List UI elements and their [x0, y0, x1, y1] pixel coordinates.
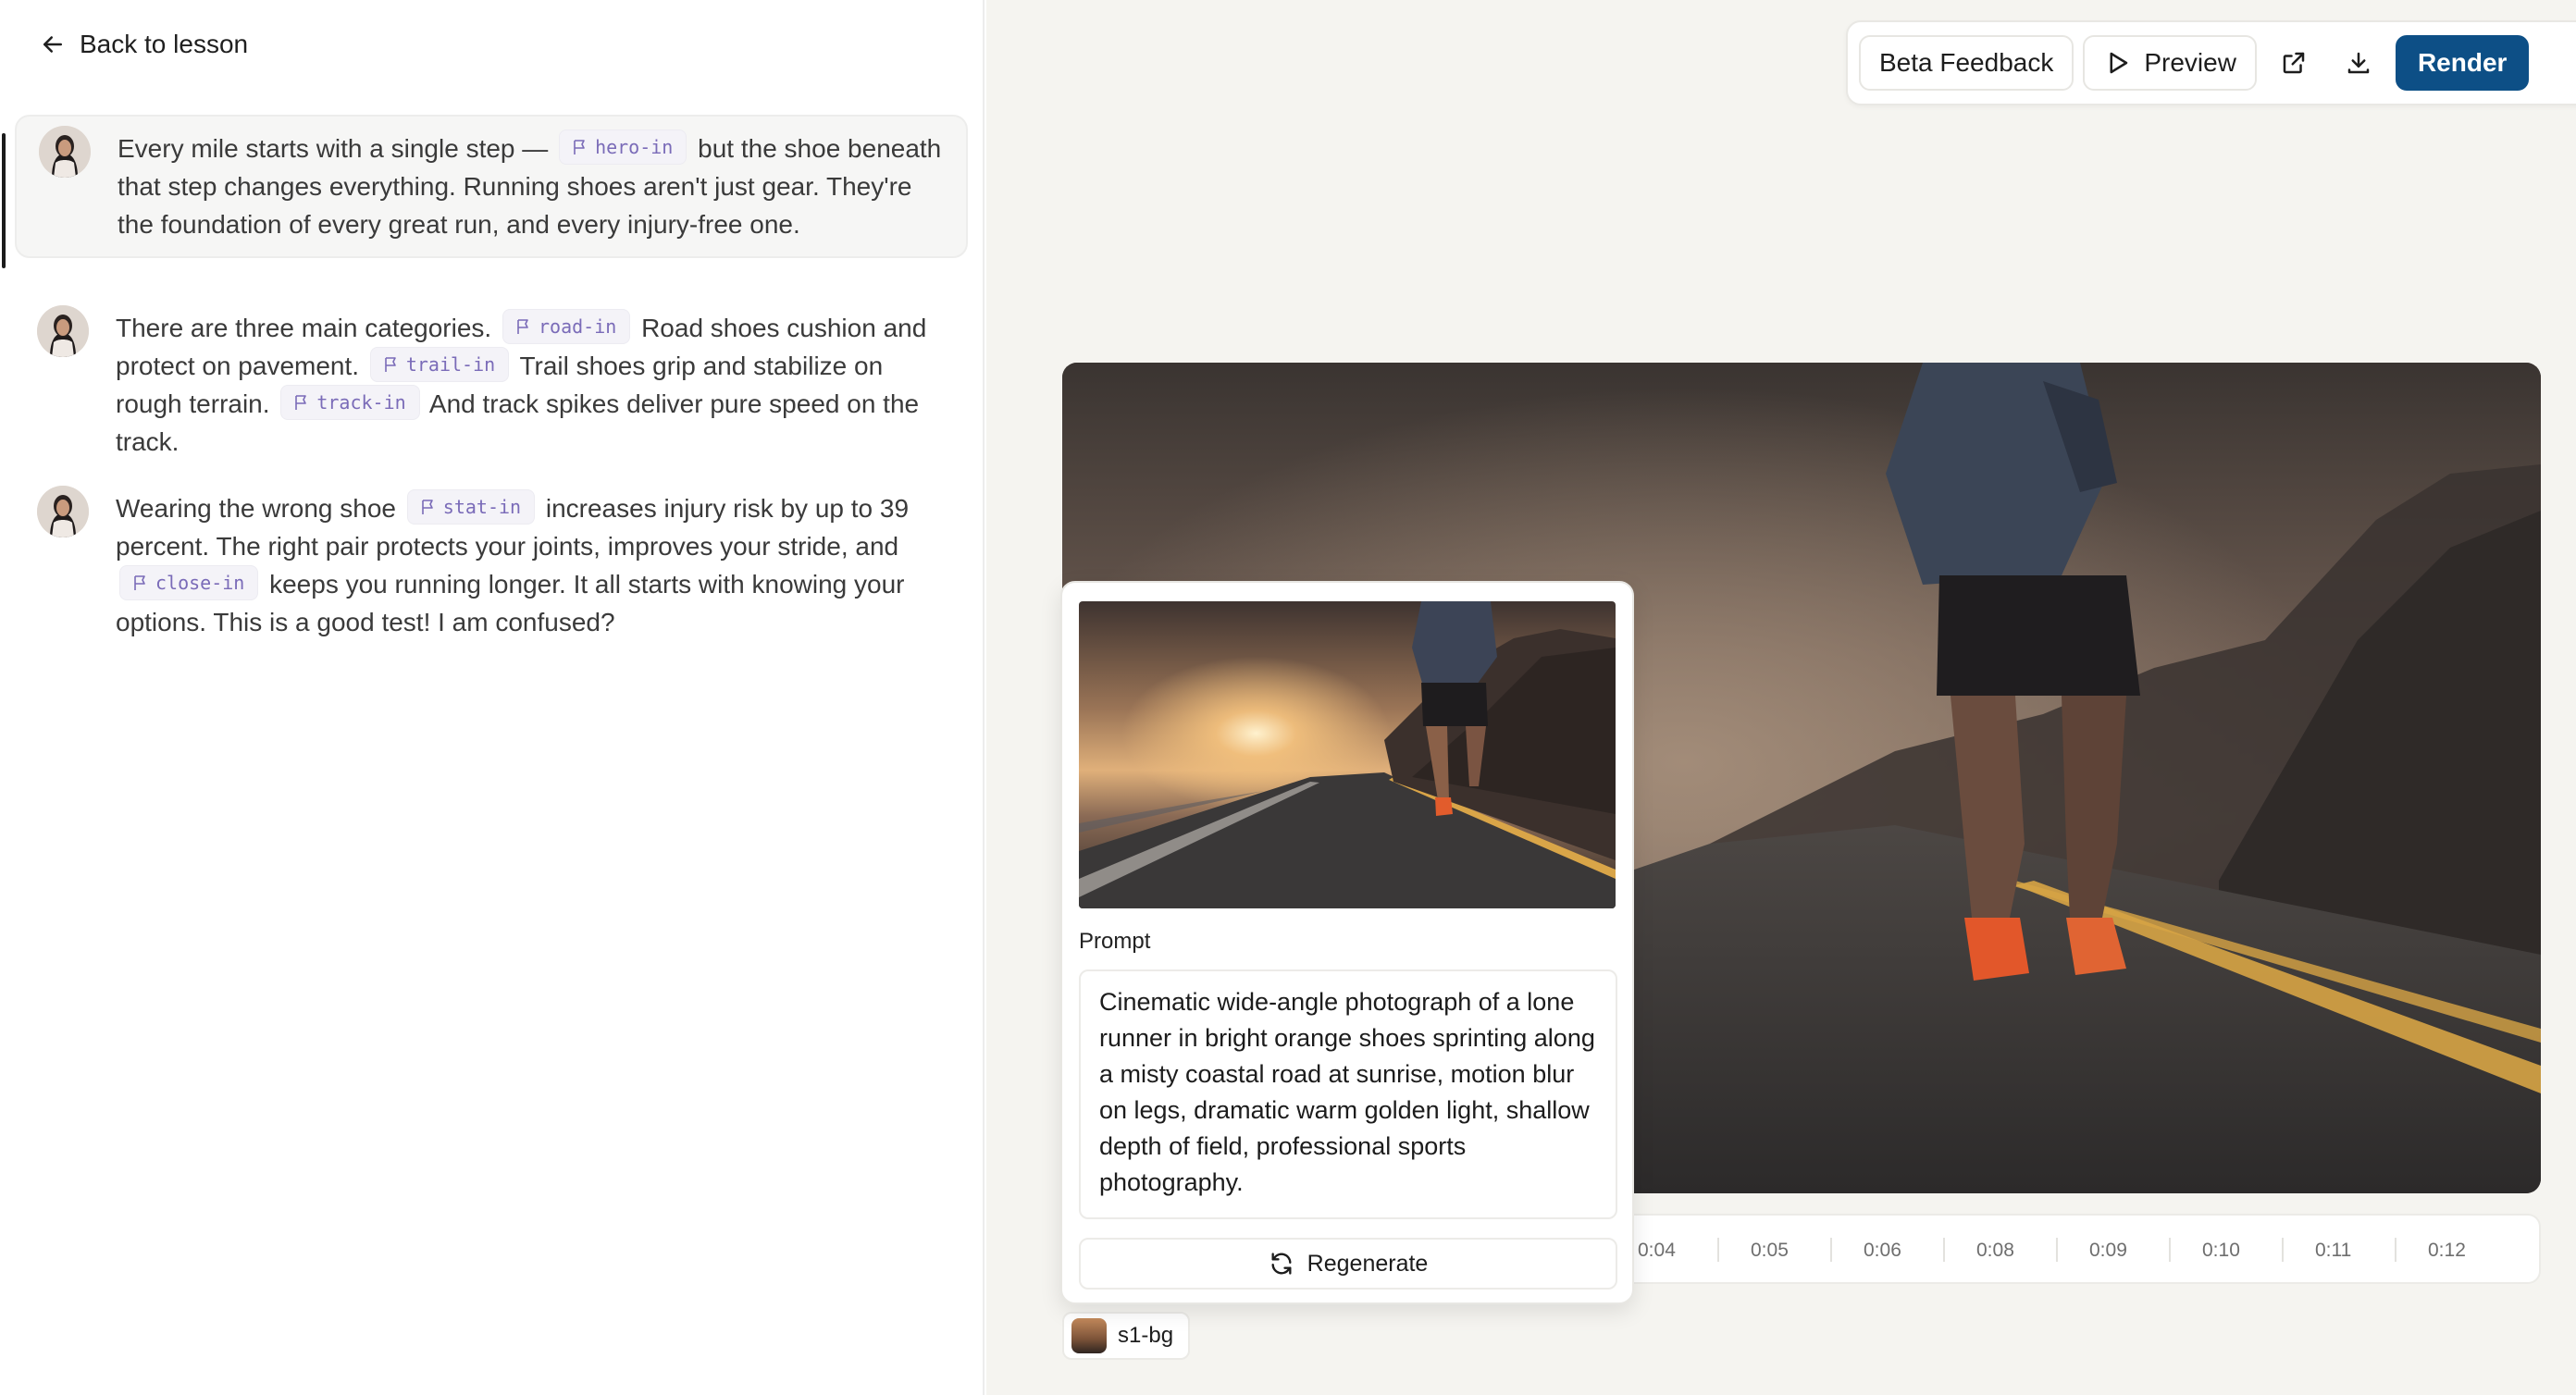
flag-icon — [295, 395, 307, 410]
prompt-textarea[interactable]: Cinematic wide-angle photograph of a lon… — [1079, 969, 1617, 1219]
timeline-tick-mark — [1717, 1238, 1719, 1262]
download-button[interactable] — [2330, 35, 2386, 91]
play-icon — [2110, 52, 2128, 74]
image-prompt-popover: Prompt Cinematic wide-angle photograph o… — [1060, 581, 1634, 1304]
open-external-button[interactable] — [2265, 35, 2322, 91]
prompt-label: Prompt — [1079, 929, 1151, 954]
back-to-lesson-link[interactable]: Back to lesson — [39, 24, 248, 65]
timeline-tick-label: 0:10 — [2202, 1240, 2240, 1261]
timeline-tick-mark — [1943, 1238, 1945, 1262]
avatar — [37, 305, 89, 357]
active-paragraph-indicator — [2, 133, 6, 268]
arrow-left-icon — [43, 36, 62, 53]
cue-tag[interactable]: stat-in — [406, 489, 536, 525]
external-link-icon — [2283, 52, 2305, 74]
timeline-tick-label: 0:12 — [2428, 1240, 2466, 1261]
top-toolbar: Beta Feedback Preview Render — [1846, 20, 2576, 105]
cue-tag-label: hero-in — [595, 136, 674, 158]
script-text: Every mile starts with a single step — — [118, 134, 549, 163]
flag-icon — [574, 140, 585, 154]
render-label: Render — [2417, 48, 2508, 77]
regenerate-label: Regenerate — [1307, 1250, 1429, 1277]
timeline-tick-label: 0:04 — [1638, 1240, 1676, 1261]
script-paragraph[interactable]: Wearing the wrong shoe stat-in increases… — [15, 476, 968, 654]
generated-image[interactable] — [1079, 601, 1616, 908]
render-button[interactable]: Render — [2395, 35, 2530, 91]
clip-chip[interactable]: s1-bg — [1062, 1312, 1191, 1360]
cue-tag[interactable]: trail-in — [369, 347, 510, 382]
refresh-icon — [1271, 1253, 1292, 1275]
timeline-tick-label: 0:06 — [1864, 1240, 1901, 1261]
cue-tag[interactable]: track-in — [280, 385, 420, 420]
editor-panel: Beta Feedback Preview Render 0:04 0:05 0… — [986, 0, 2576, 1395]
timeline-tick-label: 0:08 — [1976, 1240, 2014, 1261]
cue-tag[interactable]: close-in — [119, 565, 259, 600]
cue-tag-label: close-in — [155, 572, 245, 594]
flag-icon — [421, 500, 433, 514]
script-text: Wearing the wrong shoe — [116, 494, 396, 523]
timeline-tick-mark — [2169, 1238, 2171, 1262]
download-icon — [2347, 52, 2370, 74]
cue-tag[interactable]: hero-in — [559, 130, 687, 165]
cue-tag-label: track-in — [316, 391, 406, 414]
flag-icon — [517, 319, 528, 334]
cue-tag-label: stat-in — [442, 496, 522, 518]
beta-feedback-label: Beta Feedback — [1879, 48, 2054, 77]
timeline-tick-label: 0:11 — [2315, 1240, 2352, 1261]
timeline-ruler[interactable]: 0:04 0:05 0:06 0:08 0:09 0:10 0:11 0:12 — [1579, 1214, 2541, 1284]
script-panel: Back to lesson Every mile starts with a … — [0, 0, 985, 1395]
clip-label: s1-bg — [1118, 1323, 1174, 1348]
cue-tag-label: trail-in — [405, 353, 496, 376]
timeline-tick-label: 0:09 — [2089, 1240, 2127, 1261]
flag-icon — [134, 575, 145, 590]
preview-label: Preview — [2144, 48, 2236, 77]
clip-thumbnail — [1071, 1318, 1107, 1353]
timeline-tick-label: 0:05 — [1751, 1240, 1789, 1261]
avatar — [37, 486, 89, 537]
flag-icon — [385, 357, 396, 372]
cue-tag[interactable]: road-in — [502, 309, 631, 344]
timeline-tick-mark — [1830, 1238, 1832, 1262]
avatar — [39, 126, 91, 178]
timeline-tick-mark — [2282, 1238, 2284, 1262]
script-text: There are three main categories. — [116, 314, 492, 342]
timeline-tick-mark — [2395, 1238, 2396, 1262]
back-label: Back to lesson — [80, 30, 249, 58]
preview-button[interactable]: Preview — [2083, 35, 2257, 91]
beta-feedback-button[interactable]: Beta Feedback — [1859, 35, 2074, 91]
cue-tag-label: road-in — [539, 315, 617, 338]
script-paragraph[interactable]: Every mile starts with a single step — h… — [15, 115, 968, 258]
script-paragraph[interactable]: There are three main categories. road-in… — [15, 296, 968, 474]
regenerate-button[interactable]: Regenerate — [1079, 1238, 1617, 1290]
timeline-tick-mark — [2056, 1238, 2058, 1262]
